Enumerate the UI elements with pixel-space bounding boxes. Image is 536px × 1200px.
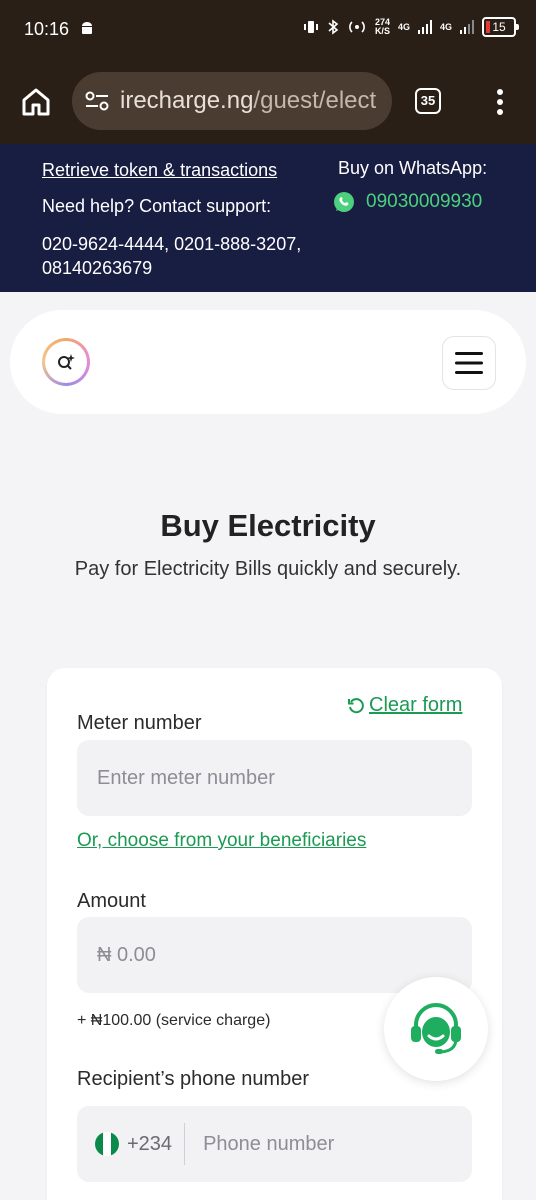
recipient-phone-field: +234 — [77, 1106, 472, 1182]
whatsapp-label: Buy on WhatsApp: — [338, 158, 488, 178]
tune-icon[interactable] — [84, 90, 110, 112]
whatsapp-link[interactable]: 09030009930 — [332, 190, 482, 214]
logo-search-sparkle-icon — [58, 354, 75, 370]
site-header — [10, 310, 526, 414]
hotspot-icon — [349, 21, 365, 33]
status-icons: 274 K/S 4G 4G 15 — [303, 17, 519, 37]
site-logo[interactable] — [42, 338, 90, 386]
help-text: Need help? Contact support: — [42, 196, 272, 216]
recipient-phone-label: Recipient’s phone number — [77, 1068, 310, 1090]
signal-icon-2 — [460, 20, 474, 34]
page-subtitle: Pay for Electricity Bills quickly and se… — [74, 558, 462, 580]
support-banner: Retrieve token & transactions Need help?… — [0, 144, 536, 292]
amount-label: Amount — [77, 890, 146, 912]
retrieve-token-link[interactable]: Retrieve token & transactions — [42, 160, 277, 181]
url-bar[interactable]: irecharge.ng/guest/elect — [72, 72, 392, 130]
clear-form-label: Clear form — [369, 694, 463, 716]
network-type-1: 4G — [397, 22, 410, 32]
tab-switcher-button[interactable]: 35 — [415, 88, 441, 114]
country-code[interactable]: +234 — [127, 1133, 172, 1156]
phone-number-input[interactable] — [185, 1106, 472, 1182]
headset-support-icon — [411, 1003, 461, 1054]
url-path: /guest/elect — [253, 87, 377, 114]
hamburger-menu-button[interactable] — [442, 336, 496, 390]
whatsapp-icon — [334, 192, 354, 212]
support-chat-button[interactable] — [384, 977, 488, 1081]
support-phones: 020-9624-4444, 0201-888-3207, 0814026367… — [42, 234, 302, 278]
more-vert-icon[interactable] — [494, 88, 506, 116]
hamburger-menu-icon — [455, 352, 483, 374]
net-speed-unit: K/S — [374, 26, 390, 36]
vibrate-icon — [303, 21, 318, 33]
meter-number-input[interactable] — [77, 740, 472, 816]
url-domain: irecharge.ng — [120, 87, 254, 114]
signal-icon — [417, 20, 432, 34]
battery-indicator: 15 — [482, 17, 519, 37]
browser-toolbar: irecharge.ng/guest/elect 35 — [0, 60, 536, 144]
nigeria-flag-icon[interactable] — [95, 1132, 119, 1156]
meter-number-label: Meter number — [77, 712, 202, 734]
clear-form-button[interactable]: Clear form — [347, 694, 462, 717]
page-title: Buy Electricity — [160, 508, 376, 543]
choose-beneficiary-link[interactable]: Or, choose from your beneficiaries — [77, 830, 366, 852]
url-text: irecharge.ng/guest/elect — [120, 87, 376, 115]
whatsapp-number: 09030009930 — [366, 191, 483, 212]
refresh-icon — [348, 697, 364, 713]
bluetooth-icon — [328, 19, 339, 35]
status-time: 10:16 — [24, 19, 70, 39]
home-icon[interactable] — [20, 86, 52, 118]
network-type-2: 4G — [439, 22, 452, 32]
status-bar: 10:16 274 K/S 4G 4G 15 — [0, 0, 536, 60]
buy-electricity-form: Clear form Meter number Or, choose from … — [47, 668, 502, 1200]
android-icon — [82, 22, 92, 34]
service-charge-note: + ₦100.00 (service charge) — [77, 1012, 271, 1029]
